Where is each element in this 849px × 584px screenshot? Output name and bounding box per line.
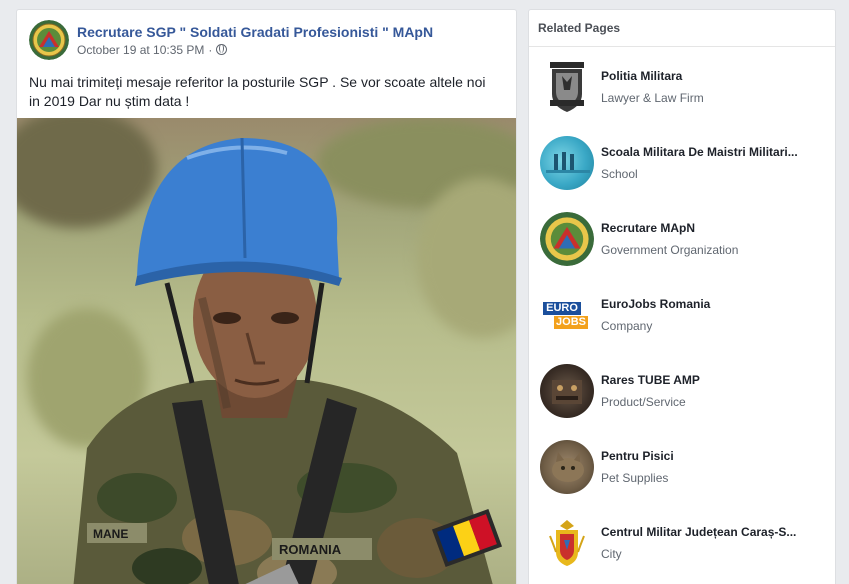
post-body-text: Nu mai trimiteți mesaje referitor la pos…	[29, 74, 486, 109]
related-page-item[interactable]: Recrutare MApN Government Organization	[529, 209, 835, 269]
related-pages-panel: Related Pages Politia Militara Lawyer & …	[528, 9, 836, 584]
centrul-militar-logo[interactable]	[540, 516, 594, 570]
related-page-text: Recrutare MApN Government Organization	[601, 221, 823, 257]
feed-post: Recrutare SGP " Soldati Gradati Profesio…	[16, 9, 517, 584]
related-page-name[interactable]: EuroJobs Romania	[601, 297, 823, 311]
related-page-category: Government Organization	[601, 243, 739, 257]
patch-name-text: MANE	[93, 527, 128, 541]
related-page-item[interactable]: Pentru Pisici Pet Supplies	[529, 437, 835, 497]
related-page-text: Politia Militara Lawyer & Law Firm	[601, 69, 823, 105]
related-page-category: Pet Supplies	[601, 471, 669, 485]
related-page-name[interactable]: Centrul Militar Județean Caraș-S...	[601, 525, 823, 539]
related-page-name[interactable]: Recrutare MApN	[601, 221, 823, 235]
rares-tube-amp-avatar[interactable]	[540, 364, 594, 418]
soldiers-photo-icon	[546, 152, 590, 173]
post-page-name-link[interactable]: Recrutare SGP " Soldati Gradati Profesio…	[77, 24, 433, 40]
related-page-category: City	[601, 547, 622, 561]
post-timestamp[interactable]: October 19 at 10:35 PM	[77, 43, 204, 57]
related-page-category: Lawyer & Law Firm	[601, 91, 704, 105]
related-page-item[interactable]: Politia Militara Lawyer & Law Firm	[529, 57, 835, 117]
pentru-pisici-avatar[interactable]	[540, 440, 594, 494]
related-page-category: School	[601, 167, 638, 181]
eurojobs-logo-euro: EURO	[543, 302, 581, 315]
related-page-name[interactable]: Pentru Pisici	[601, 449, 823, 463]
related-page-item[interactable]: Scoala Militara De Maistri Militari... S…	[529, 133, 835, 193]
eurojobs-logo-jobs: JOBS	[554, 316, 588, 329]
recrutare-mapn-avatar[interactable]	[540, 212, 594, 266]
cat-photo-icon	[552, 452, 584, 482]
related-pages-title: Related Pages	[529, 10, 835, 47]
related-page-item[interactable]: Rares TUBE AMP Product/Service	[529, 361, 835, 421]
related-page-name[interactable]: Scoala Militara De Maistri Militari...	[601, 145, 823, 159]
related-page-name[interactable]: Politia Militara	[601, 69, 823, 83]
related-page-item[interactable]: EURO JOBS EuroJobs Romania Company	[529, 285, 835, 345]
page-avatar[interactable]	[29, 20, 69, 60]
soldier-photo-illustration: ROMANIA MANE	[73, 137, 503, 584]
related-page-name[interactable]: Rares TUBE AMP	[601, 373, 823, 387]
coat-of-arms-icon	[549, 520, 585, 566]
amplifier-photo-icon	[552, 380, 582, 404]
post-subline: October 19 at 10:35 PM ·	[77, 43, 433, 57]
scoala-militara-avatar[interactable]	[540, 136, 594, 190]
separator-dot: ·	[208, 42, 213, 57]
post-header: Recrutare SGP " Soldati Gradati Profesio…	[17, 10, 516, 60]
politia-militara-logo[interactable]	[540, 60, 594, 114]
globe-icon[interactable]	[216, 44, 228, 55]
related-page-text: Rares TUBE AMP Product/Service	[601, 373, 823, 409]
patch-romania-text: ROMANIA	[279, 542, 342, 557]
mapn-emblem-icon	[540, 212, 594, 266]
related-page-text: Scoala Militara De Maistri Militari... S…	[601, 145, 823, 181]
related-page-item[interactable]: Centrul Militar Județean Caraș-S... City	[529, 513, 835, 573]
related-page-text: Pentru Pisici Pet Supplies	[601, 449, 823, 485]
related-page-text: EuroJobs Romania Company	[601, 297, 823, 333]
post-photo[interactable]: ROMANIA MANE	[17, 118, 516, 584]
eurojobs-logo[interactable]: EURO JOBS	[540, 288, 594, 342]
related-page-text: Centrul Militar Județean Caraș-S... City	[601, 525, 823, 561]
post-meta: Recrutare SGP " Soldati Gradati Profesio…	[77, 24, 433, 57]
related-page-category: Company	[601, 319, 653, 333]
police-shield-icon	[540, 60, 594, 114]
related-page-category: Product/Service	[601, 395, 686, 409]
mapn-emblem-icon	[29, 20, 69, 60]
